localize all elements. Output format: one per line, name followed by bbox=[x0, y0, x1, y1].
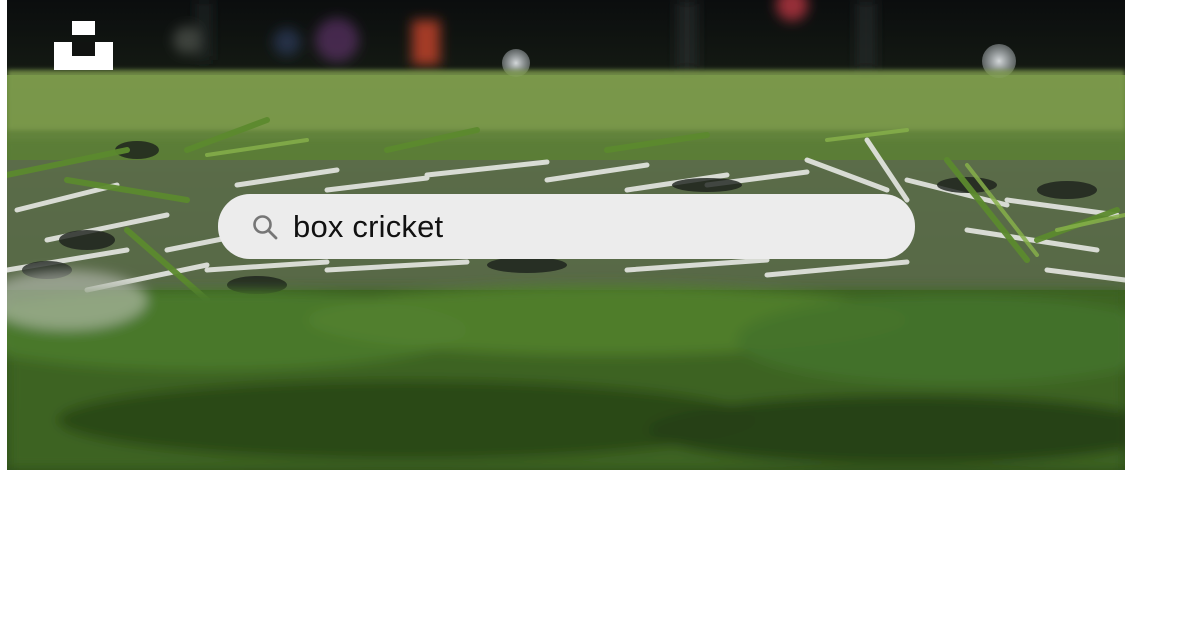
hero-image: box cricket bbox=[7, 0, 1125, 470]
search-bar[interactable]: box cricket bbox=[218, 194, 915, 259]
search-icon[interactable] bbox=[251, 213, 279, 241]
logo-top-block bbox=[72, 21, 95, 35]
logo-notch bbox=[72, 42, 95, 56]
unsplash-logo-icon[interactable] bbox=[54, 21, 113, 70]
search-input[interactable]: box cricket bbox=[293, 194, 443, 259]
